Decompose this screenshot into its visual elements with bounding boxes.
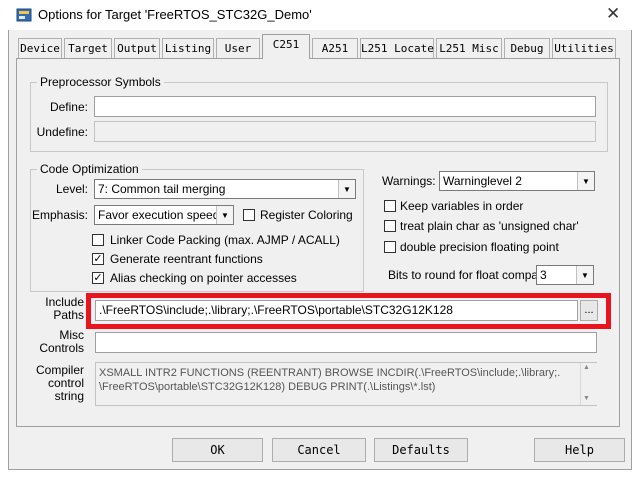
plain-char-checkbox[interactable] [384, 220, 396, 232]
highlight-box [86, 293, 611, 329]
warnings-label: Warnings: [382, 174, 436, 188]
linker-packing-checkbox[interactable] [92, 234, 104, 246]
warnings-select[interactable]: Warninglevel 2 ▼ [439, 171, 595, 191]
include-paths-label-line2: Paths [53, 308, 84, 322]
alias-checkbox[interactable]: ✓ [92, 272, 104, 284]
tab-target[interactable]: Target [64, 38, 112, 58]
bits-round-select[interactable]: 3 ▼ [536, 265, 594, 285]
bits-round-label: Bits to round for float compare: [388, 268, 553, 282]
preprocessor-group-label: Preprocessor Symbols [37, 75, 164, 89]
tab-a251[interactable]: A251 [312, 38, 358, 58]
close-icon[interactable]: ✕ [606, 4, 620, 24]
define-input[interactable] [94, 96, 596, 117]
defaults-button[interactable]: Defaults [374, 438, 468, 462]
ok-button[interactable]: OK [172, 438, 263, 462]
misc-controls-label: Misc Controls [30, 329, 84, 355]
scroll-down-icon[interactable]: ▼ [583, 395, 590, 402]
plain-char-label: treat plain char as 'unsigned char' [400, 219, 579, 233]
level-value: 7: Common tail merging [98, 182, 226, 196]
tab-device[interactable]: Device [18, 38, 62, 58]
checkmark-icon: ✓ [93, 272, 103, 284]
compiler-control-line2: \FreeRTOS\portable\STC32G12K128) DEBUG P… [99, 381, 436, 393]
chevron-down-icon: ▼ [577, 172, 594, 190]
help-button[interactable]: Help [534, 438, 625, 462]
reentrant-checkbox[interactable]: ✓ [92, 253, 104, 265]
chevron-down-icon: ▼ [576, 266, 593, 284]
bits-round-value: 3 [540, 268, 547, 282]
tab-user[interactable]: User [216, 38, 260, 58]
level-select[interactable]: 7: Common tail merging ▼ [94, 179, 356, 199]
checkmark-icon: ✓ [93, 253, 103, 265]
tab-l251-misc[interactable]: L251 Misc [436, 38, 502, 58]
compiler-control-label-line3: string [54, 389, 84, 403]
linker-packing-label: Linker Code Packing (max. AJMP / ACALL) [110, 233, 340, 247]
keil-uvision-icon [16, 8, 32, 22]
tab-output[interactable]: Output [114, 38, 160, 58]
misc-controls-input[interactable] [95, 332, 597, 353]
undefine-label: Undefine: [36, 125, 88, 139]
chevron-down-icon: ▼ [338, 180, 355, 198]
code-optimization-group-label: Code Optimization [37, 162, 142, 176]
chevron-down-icon: ▼ [216, 206, 233, 224]
cancel-button[interactable]: Cancel [272, 438, 366, 462]
double-precision-label: double precision floating point [400, 240, 559, 254]
tab-listing[interactable]: Listing [162, 38, 214, 58]
keep-variables-label: Keep variables in order [400, 199, 524, 213]
warnings-value: Warninglevel 2 [443, 174, 522, 188]
reentrant-label: Generate reentrant functions [110, 252, 263, 266]
register-coloring-checkbox[interactable] [243, 209, 255, 221]
compiler-control-label: Compiler control string [30, 364, 84, 403]
undefine-input[interactable] [94, 121, 596, 142]
keep-variables-checkbox[interactable] [384, 200, 396, 212]
include-paths-label: Include Paths [30, 296, 84, 322]
compiler-control-line1: XSMALL INTR2 FUNCTIONS (REENTRANT) BROWS… [99, 367, 561, 379]
emphasis-select[interactable]: Favor execution speed ▼ [94, 205, 234, 225]
define-label: Define: [49, 100, 88, 114]
level-label: Level: [55, 182, 88, 196]
alias-label: Alias checking on pointer accesses [110, 271, 297, 285]
scroll-up-icon[interactable]: ▲ [583, 364, 590, 371]
tab-debug[interactable]: Debug [504, 38, 550, 58]
misc-controls-label-line2: Controls [39, 341, 84, 355]
emphasis-value: Favor execution speed [98, 208, 220, 222]
tab-l251-locate[interactable]: L251 Locate [360, 38, 434, 58]
window-title: Options for Target 'FreeRTOS_STC32G_Demo… [38, 7, 312, 22]
tab-c251[interactable]: C251 [262, 34, 310, 59]
compiler-control-textarea[interactable]: XSMALL INTR2 FUNCTIONS (REENTRANT) BROWS… [95, 362, 597, 406]
double-precision-checkbox[interactable] [384, 241, 396, 253]
tab-utilities[interactable]: Utilities [552, 38, 616, 58]
emphasis-label: Emphasis: [31, 208, 88, 222]
register-coloring-label: Register Coloring [260, 208, 353, 222]
